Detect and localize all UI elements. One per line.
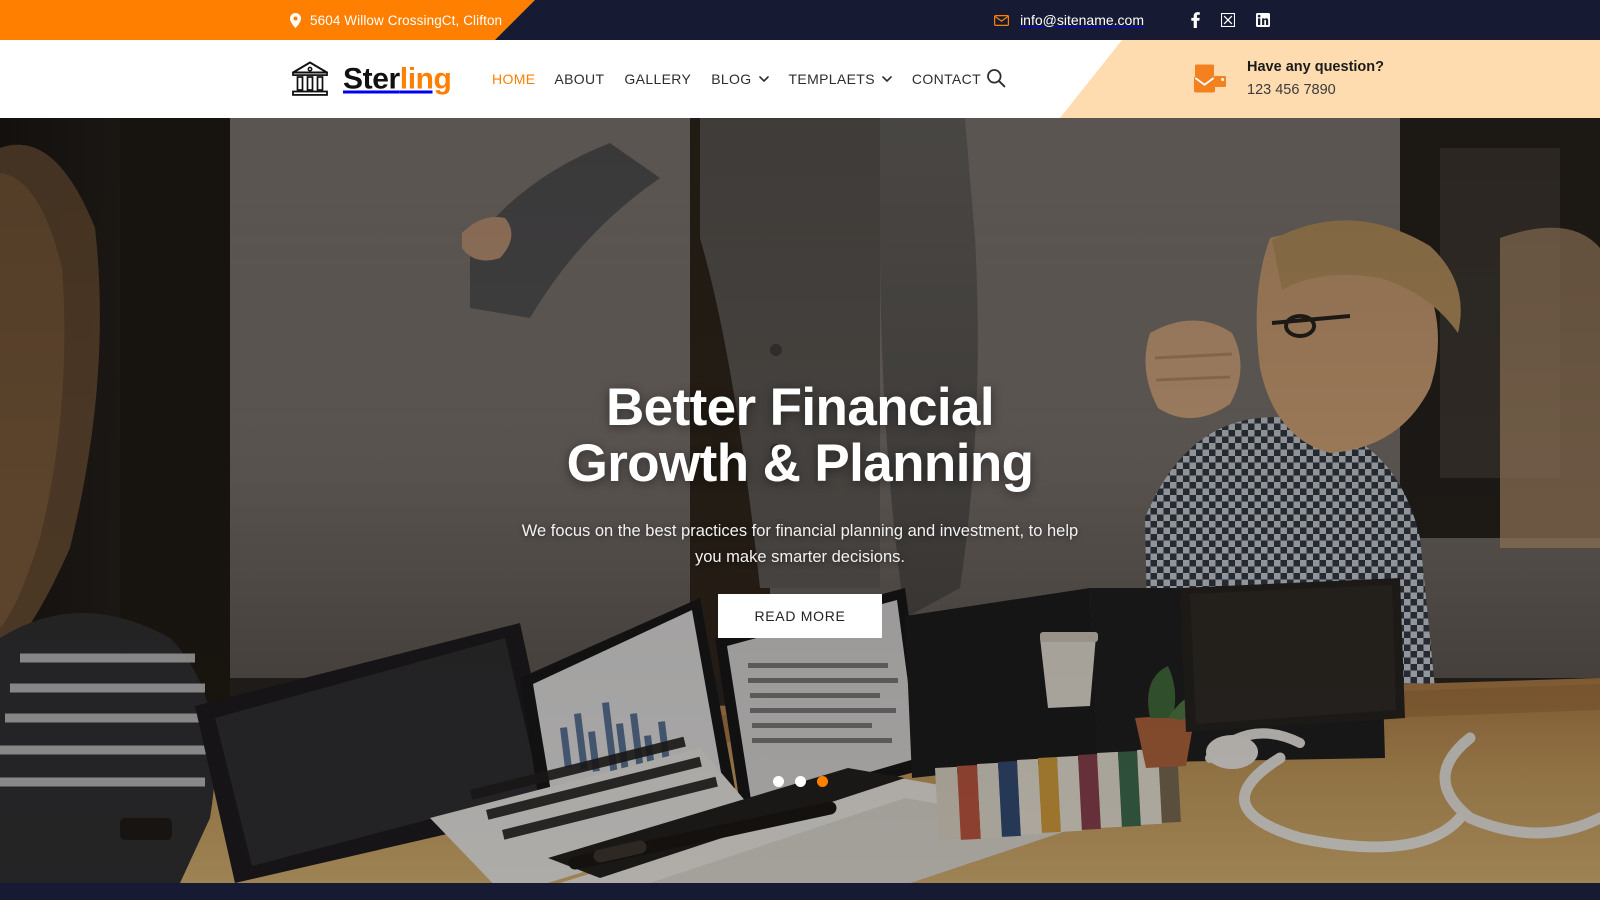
- facebook-icon[interactable]: [1191, 12, 1200, 28]
- nav-item-home[interactable]: HOME: [492, 71, 554, 87]
- carousel-dots: [0, 776, 1600, 787]
- hero-section: Better Financial Growth & Planning We fo…: [0, 118, 1600, 883]
- address-block: 5604 Willow CrossingCt, Clifton: [0, 0, 502, 40]
- mail-stack-icon: [1193, 63, 1231, 95]
- chevron-down-icon: [758, 76, 769, 82]
- contact-question-block[interactable]: Have any question? 123 456 7890: [1193, 58, 1384, 100]
- address-text: 5604 Willow CrossingCt, Clifton: [310, 12, 503, 28]
- carousel-dot-2[interactable]: [794, 776, 806, 787]
- bank-building-icon: [290, 61, 330, 98]
- top-bar: 5604 Willow CrossingCt, Clifton info@sit…: [0, 0, 1600, 40]
- hero-content: Better Financial Growth & Planning We fo…: [0, 380, 1600, 639]
- hero-title-line2: Growth & Planning: [566, 433, 1034, 493]
- nav-item-about[interactable]: ABOUT: [554, 71, 624, 87]
- carousel-dot-3[interactable]: [816, 776, 828, 787]
- logo-wordmark: Sterling: [343, 64, 452, 94]
- email-text: info@sitename.com: [1020, 12, 1144, 28]
- linkedin-icon[interactable]: [1256, 13, 1270, 27]
- nav-label-contact: CONTACT: [911, 71, 981, 87]
- nav-item-blog[interactable]: BLOG: [711, 71, 788, 87]
- hero-subtitle: We focus on the best practices for finan…: [521, 522, 1079, 567]
- x-twitter-icon[interactable]: [1221, 13, 1235, 27]
- question-phone: 123 456 7890: [1247, 81, 1336, 98]
- envelope-icon: [994, 14, 1010, 26]
- page-root: 5604 Willow CrossingCt, Clifton info@sit…: [0, 0, 1600, 900]
- nav-label-home: HOME: [492, 71, 536, 87]
- hero-title: Better Financial Growth & Planning: [567, 380, 1034, 491]
- hero-title-line1: Better Financial: [605, 378, 995, 437]
- question-title: Have any question?: [1247, 58, 1384, 75]
- nav-label-templaets: TEMPLAETS: [788, 71, 875, 87]
- email-link[interactable]: info@sitename.com: [994, 12, 1144, 28]
- site-logo[interactable]: Sterling: [290, 61, 452, 98]
- nav-item-templaets[interactable]: TEMPLAETS: [789, 71, 912, 87]
- main-nav: HOME ABOUT GALLERY BLOG TEMPLAETS CONTAC…: [492, 71, 1001, 87]
- nav-label-gallery: GALLERY: [624, 71, 692, 87]
- nav-label-blog: BLOG: [711, 71, 752, 87]
- nav-item-gallery[interactable]: GALLERY: [624, 71, 711, 87]
- search-icon[interactable]: [986, 68, 1008, 90]
- question-text: Have any question? 123 456 7890: [1247, 58, 1384, 100]
- bottom-strip: [0, 883, 1600, 900]
- read-more-button[interactable]: READ MORE: [718, 594, 882, 639]
- site-header: Sterling HOME ABOUT GALLERY BLOG TEMPLAE…: [0, 40, 1600, 118]
- location-pin-icon: [290, 12, 301, 28]
- social-links: [1191, 12, 1270, 28]
- carousel-dot-1[interactable]: [772, 776, 784, 787]
- nav-label-about: ABOUT: [554, 71, 605, 87]
- chevron-down-icon: [882, 76, 892, 82]
- logo-text-dark: Ster: [343, 62, 400, 95]
- logo-text-accent: ling: [399, 62, 452, 95]
- top-bar-right: info@sitename.com: [994, 0, 1600, 40]
